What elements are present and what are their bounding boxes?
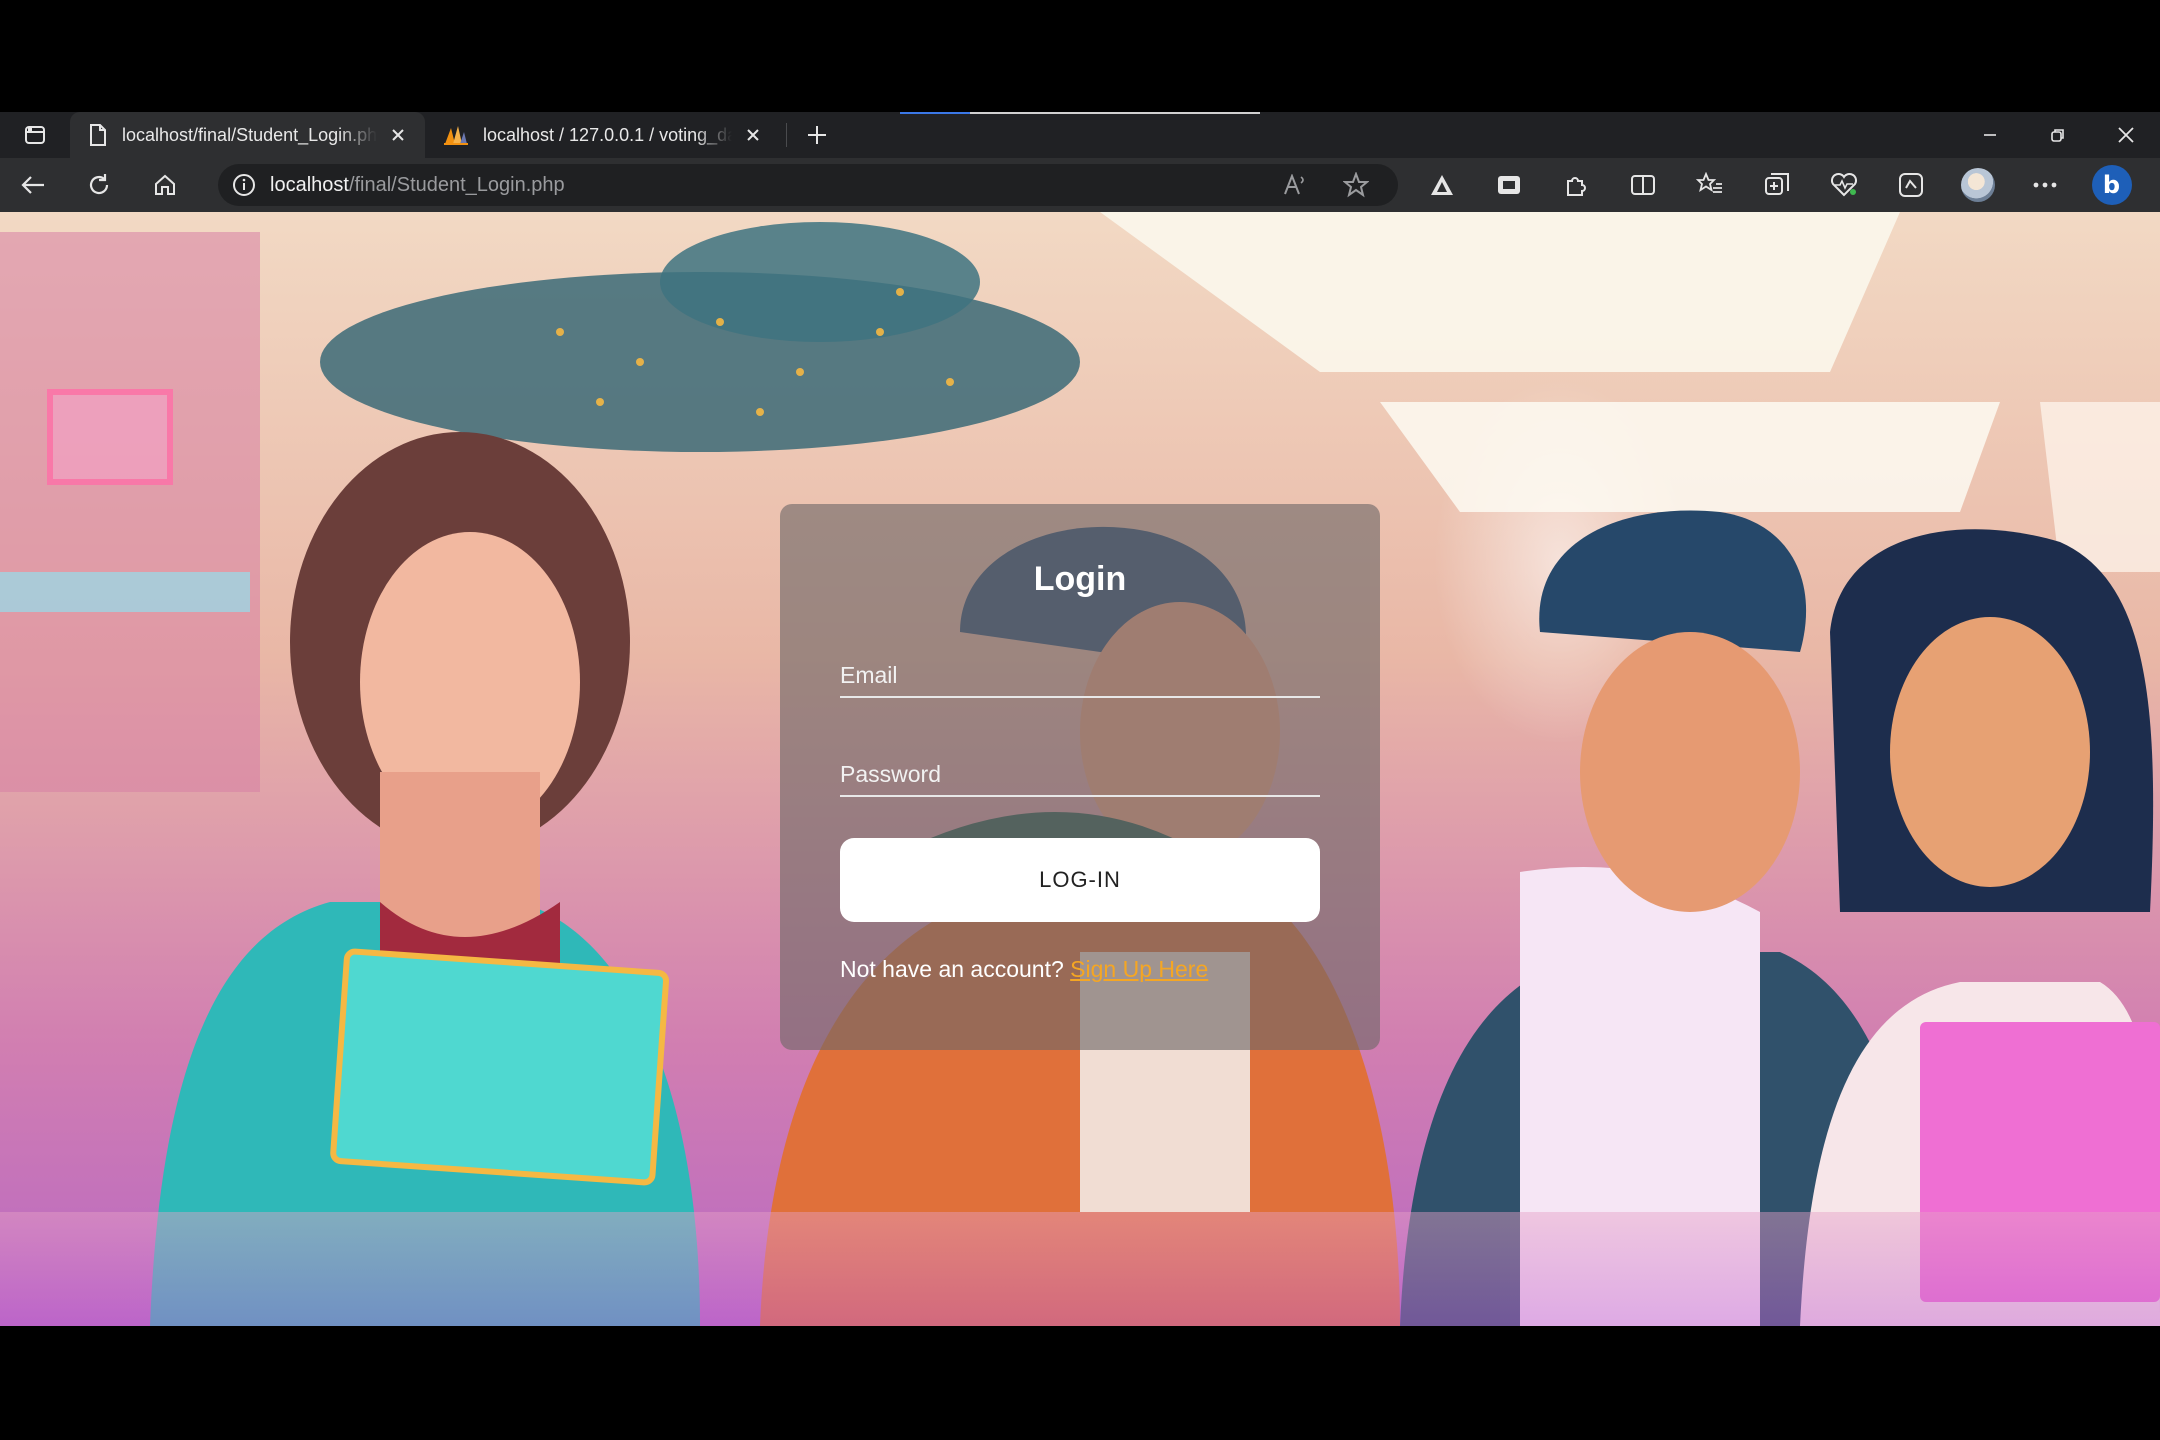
- minimize-icon: [1984, 134, 1996, 136]
- heart-pulse-icon: [1830, 172, 1857, 197]
- email-field[interactable]: [840, 654, 1320, 698]
- close-icon: [2118, 127, 2134, 143]
- tab-separator: [786, 123, 787, 147]
- collections-icon: [1764, 173, 1789, 195]
- new-tab-button[interactable]: [797, 115, 837, 155]
- close-tab-button[interactable]: [385, 122, 411, 148]
- avatar: [1960, 168, 1995, 202]
- performance-button[interactable]: [1810, 158, 1877, 212]
- more-dots-icon: [2033, 182, 2056, 188]
- favorites-button[interactable]: [1676, 158, 1743, 212]
- site-info-button[interactable]: [218, 173, 270, 197]
- screen-capture-icon: [1497, 176, 1520, 194]
- loading-indicator-progress: [900, 112, 970, 114]
- minimize-button[interactable]: [1956, 112, 2024, 158]
- close-icon: [747, 129, 759, 141]
- browser-tab-bar: localhost/final/Student_Login.php localh…: [0, 112, 2160, 158]
- phpmyadmin-icon: [444, 126, 468, 145]
- favorite-button[interactable]: [1326, 164, 1386, 206]
- signup-prompt-text: Not have an account?: [840, 956, 1064, 982]
- refresh-icon: [89, 174, 109, 195]
- toolbar-extensions: b: [1408, 158, 2145, 212]
- extension-button[interactable]: [1475, 158, 1542, 212]
- login-button[interactable]: LOG-IN: [840, 838, 1320, 922]
- page-icon: [90, 124, 106, 146]
- refresh-button[interactable]: [66, 158, 132, 212]
- login-card: Login LOG-IN Not have an account? Sign U…: [780, 504, 1380, 1050]
- tab-phpmyadmin[interactable]: localhost / 127.0.0.1 / voting_dat: [425, 112, 780, 158]
- bing-icon: b: [2091, 165, 2132, 205]
- info-icon: [233, 174, 255, 196]
- star-icon: [1343, 172, 1369, 198]
- screenshot-button[interactable]: [1877, 158, 1944, 212]
- page-viewport: Login LOG-IN Not have an account? Sign U…: [0, 212, 2160, 1326]
- plus-icon: [808, 126, 826, 144]
- address-bar-actions: [1266, 164, 1386, 206]
- collections-button[interactable]: [1743, 158, 1810, 212]
- more-options-button[interactable]: [2011, 158, 2078, 212]
- tab-title: localhost / 127.0.0.1 / voting_dat: [483, 124, 732, 145]
- favorites-list-icon: [1695, 172, 1722, 193]
- password-field[interactable]: [840, 753, 1320, 797]
- copilot-button[interactable]: b: [2078, 158, 2145, 212]
- extension-button[interactable]: [1408, 158, 1475, 212]
- read-aloud-icon: [1284, 174, 1304, 195]
- window-controls: [1956, 112, 2160, 158]
- read-aloud-button[interactable]: [1266, 164, 1326, 206]
- home-button[interactable]: [132, 158, 198, 212]
- split-screen-button[interactable]: [1609, 158, 1676, 212]
- url-path: /final/Student_Login.php: [348, 173, 565, 196]
- back-arrow-icon: [21, 176, 44, 194]
- login-title: Login: [1033, 560, 1127, 598]
- extensions-button[interactable]: [1542, 158, 1609, 212]
- puzzle-icon: [1566, 177, 1586, 196]
- profile-button[interactable]: [1944, 158, 2011, 212]
- address-bar[interactable]: localhost/final/Student_Login.php: [218, 164, 1398, 206]
- screenshot-icon: [1898, 173, 1923, 197]
- back-button[interactable]: [0, 158, 66, 212]
- url-text: localhost/final/Student_Login.php: [270, 174, 565, 197]
- browser-toolbar: localhost/final/Student_Login.php b: [0, 158, 2160, 212]
- split-screen-icon: [1630, 175, 1655, 195]
- signup-prompt-row: Not have an account? Sign Up Here: [840, 956, 1208, 983]
- triangle-extension-icon: [1430, 175, 1453, 195]
- tab-actions-icon: [25, 126, 45, 144]
- close-window-button[interactable]: [2092, 112, 2160, 158]
- restore-icon: [2051, 129, 2064, 142]
- signup-link[interactable]: Sign Up Here: [1070, 956, 1208, 982]
- url-host: localhost: [270, 173, 349, 196]
- close-icon: [392, 129, 404, 141]
- home-icon: [155, 174, 175, 195]
- close-tab-button[interactable]: [740, 122, 766, 148]
- restore-button[interactable]: [2024, 112, 2092, 158]
- tab-actions-button[interactable]: [0, 112, 70, 158]
- tab-student-login[interactable]: localhost/final/Student_Login.php: [70, 112, 425, 158]
- tab-title: localhost/final/Student_Login.php: [122, 124, 377, 145]
